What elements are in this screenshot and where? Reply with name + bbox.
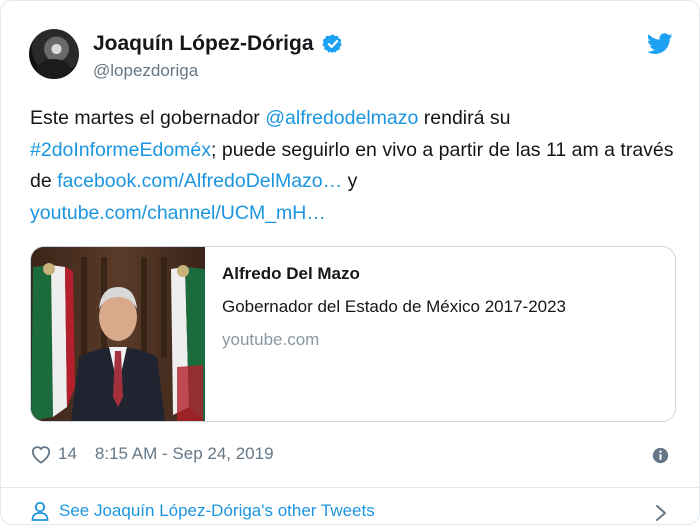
author-name-row: Joaquín López-Dóriga — [93, 32, 344, 56]
mention-link[interactable]: @alfredodelmazo — [265, 107, 418, 129]
twitter-bird-icon[interactable] — [647, 33, 673, 55]
hashtag-link[interactable]: #2doInformeEdoméx — [30, 139, 211, 161]
see-other-tweets-link[interactable]: See Joaquín López-Dóriga's other Tweets — [31, 501, 375, 521]
like-count[interactable]: 14 — [58, 444, 77, 464]
tweet-timestamp[interactable]: 8:15 AM - Sep 24, 2019 — [95, 444, 274, 464]
preview-thumbnail — [31, 247, 205, 421]
heart-icon[interactable] — [30, 444, 52, 464]
portrait-image — [31, 247, 205, 421]
link-preview-card[interactable]: Alfredo Del Mazo Gobernador del Estado d… — [30, 246, 676, 422]
person-icon — [31, 501, 49, 521]
author-name[interactable]: Joaquín López-Dóriga — [93, 32, 314, 56]
preview-meta: Alfredo Del Mazo Gobernador del Estado d… — [205, 247, 566, 421]
preview-domain: youtube.com — [222, 330, 320, 349]
preview-title: Alfredo Del Mazo — [222, 264, 360, 283]
author-avatar[interactable] — [29, 29, 79, 79]
verified-badge-icon — [321, 34, 342, 54]
author-handle[interactable]: @lopezdoriga — [93, 61, 198, 81]
tweet-footer: 14 8:15 AM - Sep 24, 2019 — [30, 444, 274, 464]
chevron-right-icon[interactable] — [655, 504, 667, 522]
tweet-embed: Joaquín López-Dóriga @lopezdoriga Este m… — [0, 0, 700, 525]
tweet-text: Este martes el gobernador @alfredodelmaz… — [30, 107, 674, 224]
facebook-link[interactable]: facebook.com/AlfredoDelMazo… — [57, 170, 342, 192]
preview-description: Gobernador del Estado de México 2017-202… — [222, 297, 567, 316]
divider — [1, 487, 699, 488]
see-other-tweets-label[interactable]: See Joaquín López-Dóriga's other Tweets — [59, 501, 375, 521]
youtube-link[interactable]: youtube.com/channel/UCM_mH… — [30, 202, 326, 224]
info-icon[interactable] — [652, 447, 669, 464]
